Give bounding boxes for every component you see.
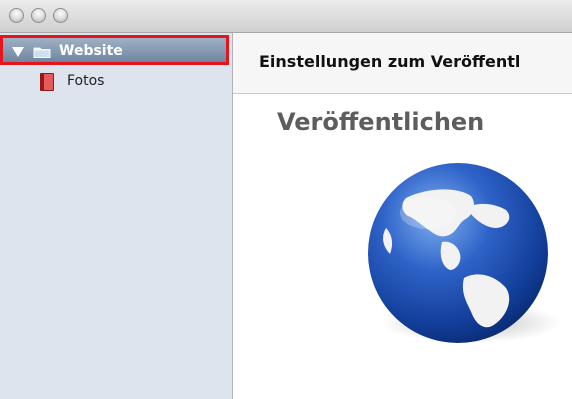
sidebar-item-label: Website <box>59 43 123 59</box>
close-window-button[interactable] <box>9 8 24 23</box>
book-icon <box>40 73 54 91</box>
section-title: Veröffentlichen <box>277 108 485 136</box>
sidebar-item-label: Fotos <box>67 73 105 89</box>
sidebar-item-website[interactable]: Website <box>0 35 229 65</box>
main-pane: Einstellungen zum Veröffentl Veröffentli… <box>233 33 572 399</box>
folder-icon <box>33 47 51 58</box>
disclosure-triangle-icon[interactable] <box>12 47 24 57</box>
minimize-window-button[interactable] <box>31 8 46 23</box>
zoom-window-button[interactable] <box>53 8 68 23</box>
page-title: Einstellungen zum Veröffentl <box>259 52 521 71</box>
title-bar <box>0 0 572 33</box>
globe-icon <box>368 163 561 343</box>
sidebar: Website Fotos <box>0 33 233 399</box>
main-header: Einstellungen zum Veröffentl <box>233 33 572 94</box>
